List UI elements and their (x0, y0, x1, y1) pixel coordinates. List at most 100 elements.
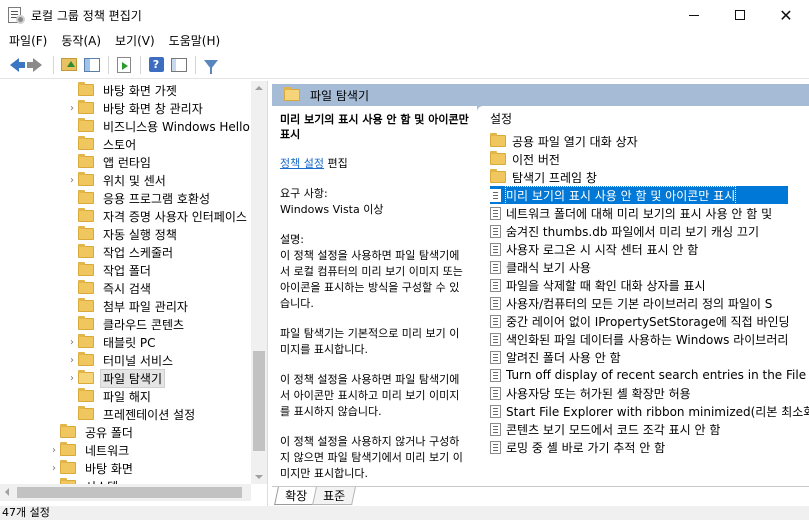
tree-item[interactable]: › 위치 및 센서 (66, 171, 169, 189)
expand-chevron-icon[interactable]: › (66, 171, 78, 189)
tree-item[interactable]: 응용 프로그램 호환성 (66, 189, 213, 207)
forward-button[interactable] (26, 54, 48, 76)
settings-column-header[interactable]: 설정 (490, 110, 512, 127)
list-item-policy[interactable]: 로밍 중 셸 바로 가기 추적 안 함 (490, 438, 809, 456)
list-item-policy[interactable]: Turn off display of recent search entrie… (490, 366, 809, 384)
details-header: 파일 탐색기 (272, 84, 809, 106)
folder-icon (78, 334, 94, 348)
list-item-policy[interactable]: 중간 레이어 없이 IPropertySetStorage에 직접 바인딩 (490, 312, 809, 330)
tree-item[interactable]: 바탕 화면 가젯 (66, 81, 180, 99)
folder-icon (78, 118, 94, 132)
list-item-policy[interactable]: 콘텐츠 보기 모드에서 코드 조각 표시 안 함 (490, 420, 809, 438)
tree-item[interactable]: 자격 증명 사용자 인터페이스 (66, 207, 250, 225)
list-item-policy-selected[interactable]: 미리 보기의 표시 사용 안 함 및 아이콘만 표시 (490, 185, 788, 205)
scroll-up-arrow-icon[interactable] (255, 86, 263, 90)
close-icon: ✕ (779, 5, 793, 25)
tree-item[interactable]: 즉시 검색 (66, 279, 154, 297)
details-header-title: 파일 탐색기 (310, 88, 370, 103)
toolbar-separator (195, 55, 196, 74)
close-button[interactable]: ✕ (763, 0, 809, 30)
tree-vertical-scrollbar[interactable] (251, 81, 267, 484)
view-button[interactable] (168, 54, 190, 76)
group-policy-app-icon (7, 7, 25, 24)
tree-horizontal-scrollbar[interactable] (0, 484, 251, 501)
scroll-down-arrow-icon[interactable] (255, 475, 263, 479)
extended-view-area: 미리 보기의 표시 사용 안 함 및 아이콘만 표시 정책 설정 편집 요구 사… (272, 106, 809, 486)
list-item-policy[interactable]: 숨겨진 thumbs.db 파일에서 미리 보기 캐싱 끄기 (490, 222, 809, 240)
list-item-policy[interactable]: 알려진 폴더 사용 안 함 (490, 348, 809, 366)
edit-policy-link[interactable]: 정책 설정 (280, 157, 324, 170)
tree-item[interactable]: 프레젠테이션 설정 (66, 405, 198, 423)
policy-setting-icon (490, 296, 501, 310)
policy-setting-icon (490, 314, 501, 328)
export-list-button[interactable] (113, 54, 135, 76)
folder-icon (78, 262, 94, 276)
list-item-policy[interactable]: 사용자당 또는 허가된 셸 확장만 허용 (490, 384, 809, 402)
back-button[interactable] (3, 54, 25, 76)
toolbar: ? (0, 51, 809, 79)
minimize-button[interactable] (671, 0, 717, 30)
list-item-folder[interactable]: 탐색기 프레임 창 (490, 168, 809, 186)
folder-icon (490, 151, 506, 165)
list-item-folder[interactable]: 공용 파일 열기 대화 상자 (490, 132, 809, 150)
list-item-policy[interactable]: Start File Explorer with ribbon minimize… (490, 402, 809, 420)
tree-item[interactable]: 작업 폴더 (66, 261, 154, 279)
tree-item[interactable]: 스토어 (66, 135, 139, 153)
status-bar: 47개 설정 (0, 506, 809, 520)
folder-icon (60, 424, 76, 438)
policy-setting-icon (490, 404, 501, 418)
tree-item[interactable]: 클라우드 콘텐츠 (66, 315, 187, 333)
list-item-policy[interactable]: 네트워크 폴더에 대해 미리 보기의 표시 사용 안 함 및 (490, 204, 809, 222)
tree-item[interactable]: › 터미널 서비스 (66, 351, 176, 369)
policy-setting-icon (490, 188, 501, 202)
scroll-thumb[interactable] (17, 487, 242, 498)
list-item-policy[interactable]: 사용자/컴퓨터의 모든 기본 라이브러리 정의 파일이 S (490, 294, 809, 312)
tree-item[interactable]: › 네트워크 (48, 441, 132, 459)
expand-chevron-icon[interactable]: › (66, 99, 78, 117)
tree-item[interactable]: 공유 폴더 (48, 423, 136, 441)
list-item-policy[interactable]: 파일을 삭제할 때 확인 대화 상자를 표시 (490, 276, 809, 294)
up-folder-icon (61, 58, 77, 71)
tree-item[interactable]: › 태블릿 PC (66, 333, 159, 351)
tree-item[interactable]: 파일 해지 (66, 387, 154, 405)
description-paragraph: 이 정책 설정을 사용하지 않거나 구성하지 않으면 파일 탐색기에서 미리 보… (280, 435, 463, 480)
filter-button[interactable] (200, 54, 222, 76)
menu-view[interactable]: 보기(V) (108, 32, 162, 49)
tree-item[interactable]: › 바탕 화면 창 관리자 (66, 99, 206, 117)
open-folder-icon (78, 370, 94, 384)
list-item-folder[interactable]: 이전 버전 (490, 150, 809, 168)
export-list-icon (117, 56, 131, 73)
folder-icon (78, 226, 94, 240)
expand-chevron-icon[interactable]: › (66, 351, 78, 369)
menu-help[interactable]: 도움말(H) (162, 32, 228, 49)
expand-chevron-icon[interactable]: › (66, 333, 78, 351)
filter-icon (204, 60, 218, 74)
scroll-left-arrow-icon[interactable] (5, 488, 9, 496)
menu-action[interactable]: 동작(A) (54, 32, 108, 49)
menu-file[interactable]: 파일(F) (2, 32, 54, 49)
help-button[interactable]: ? (145, 54, 167, 76)
tree-item[interactable]: 자동 실행 정책 (66, 225, 180, 243)
policy-setting-icon (490, 422, 501, 436)
tree-item[interactable]: 작업 스케줄러 (66, 243, 176, 261)
list-item-policy[interactable]: 사용자 로그온 시 시작 센터 표시 안 함 (490, 240, 809, 258)
tree-item[interactable]: 비즈니스용 Windows Hello (66, 117, 253, 135)
tree-item[interactable]: 첨부 파일 관리자 (66, 297, 191, 315)
list-item-policy[interactable]: 색인화된 파일 데이터를 사용하는 Windows 라이브러리 (490, 330, 809, 348)
maximize-button[interactable] (717, 0, 763, 30)
up-folder-button[interactable] (58, 54, 80, 76)
tree-item[interactable]: 앱 런타임 (66, 153, 154, 171)
scroll-thumb[interactable] (253, 351, 265, 451)
tab-extended[interactable]: 확장 (274, 487, 319, 505)
expand-chevron-icon[interactable]: › (48, 459, 60, 477)
expand-chevron-icon[interactable]: › (48, 441, 60, 459)
tree-item[interactable]: › 바탕 화면 (48, 459, 136, 477)
expand-chevron-icon[interactable]: › (66, 369, 78, 387)
tree-item-file-explorer[interactable]: › 파일 탐색기 (66, 368, 166, 388)
list-item-policy[interactable]: 클래식 보기 사용 (490, 258, 809, 276)
tab-standard[interactable]: 표준 (312, 487, 357, 505)
show-hide-tree-button[interactable] (81, 54, 103, 76)
